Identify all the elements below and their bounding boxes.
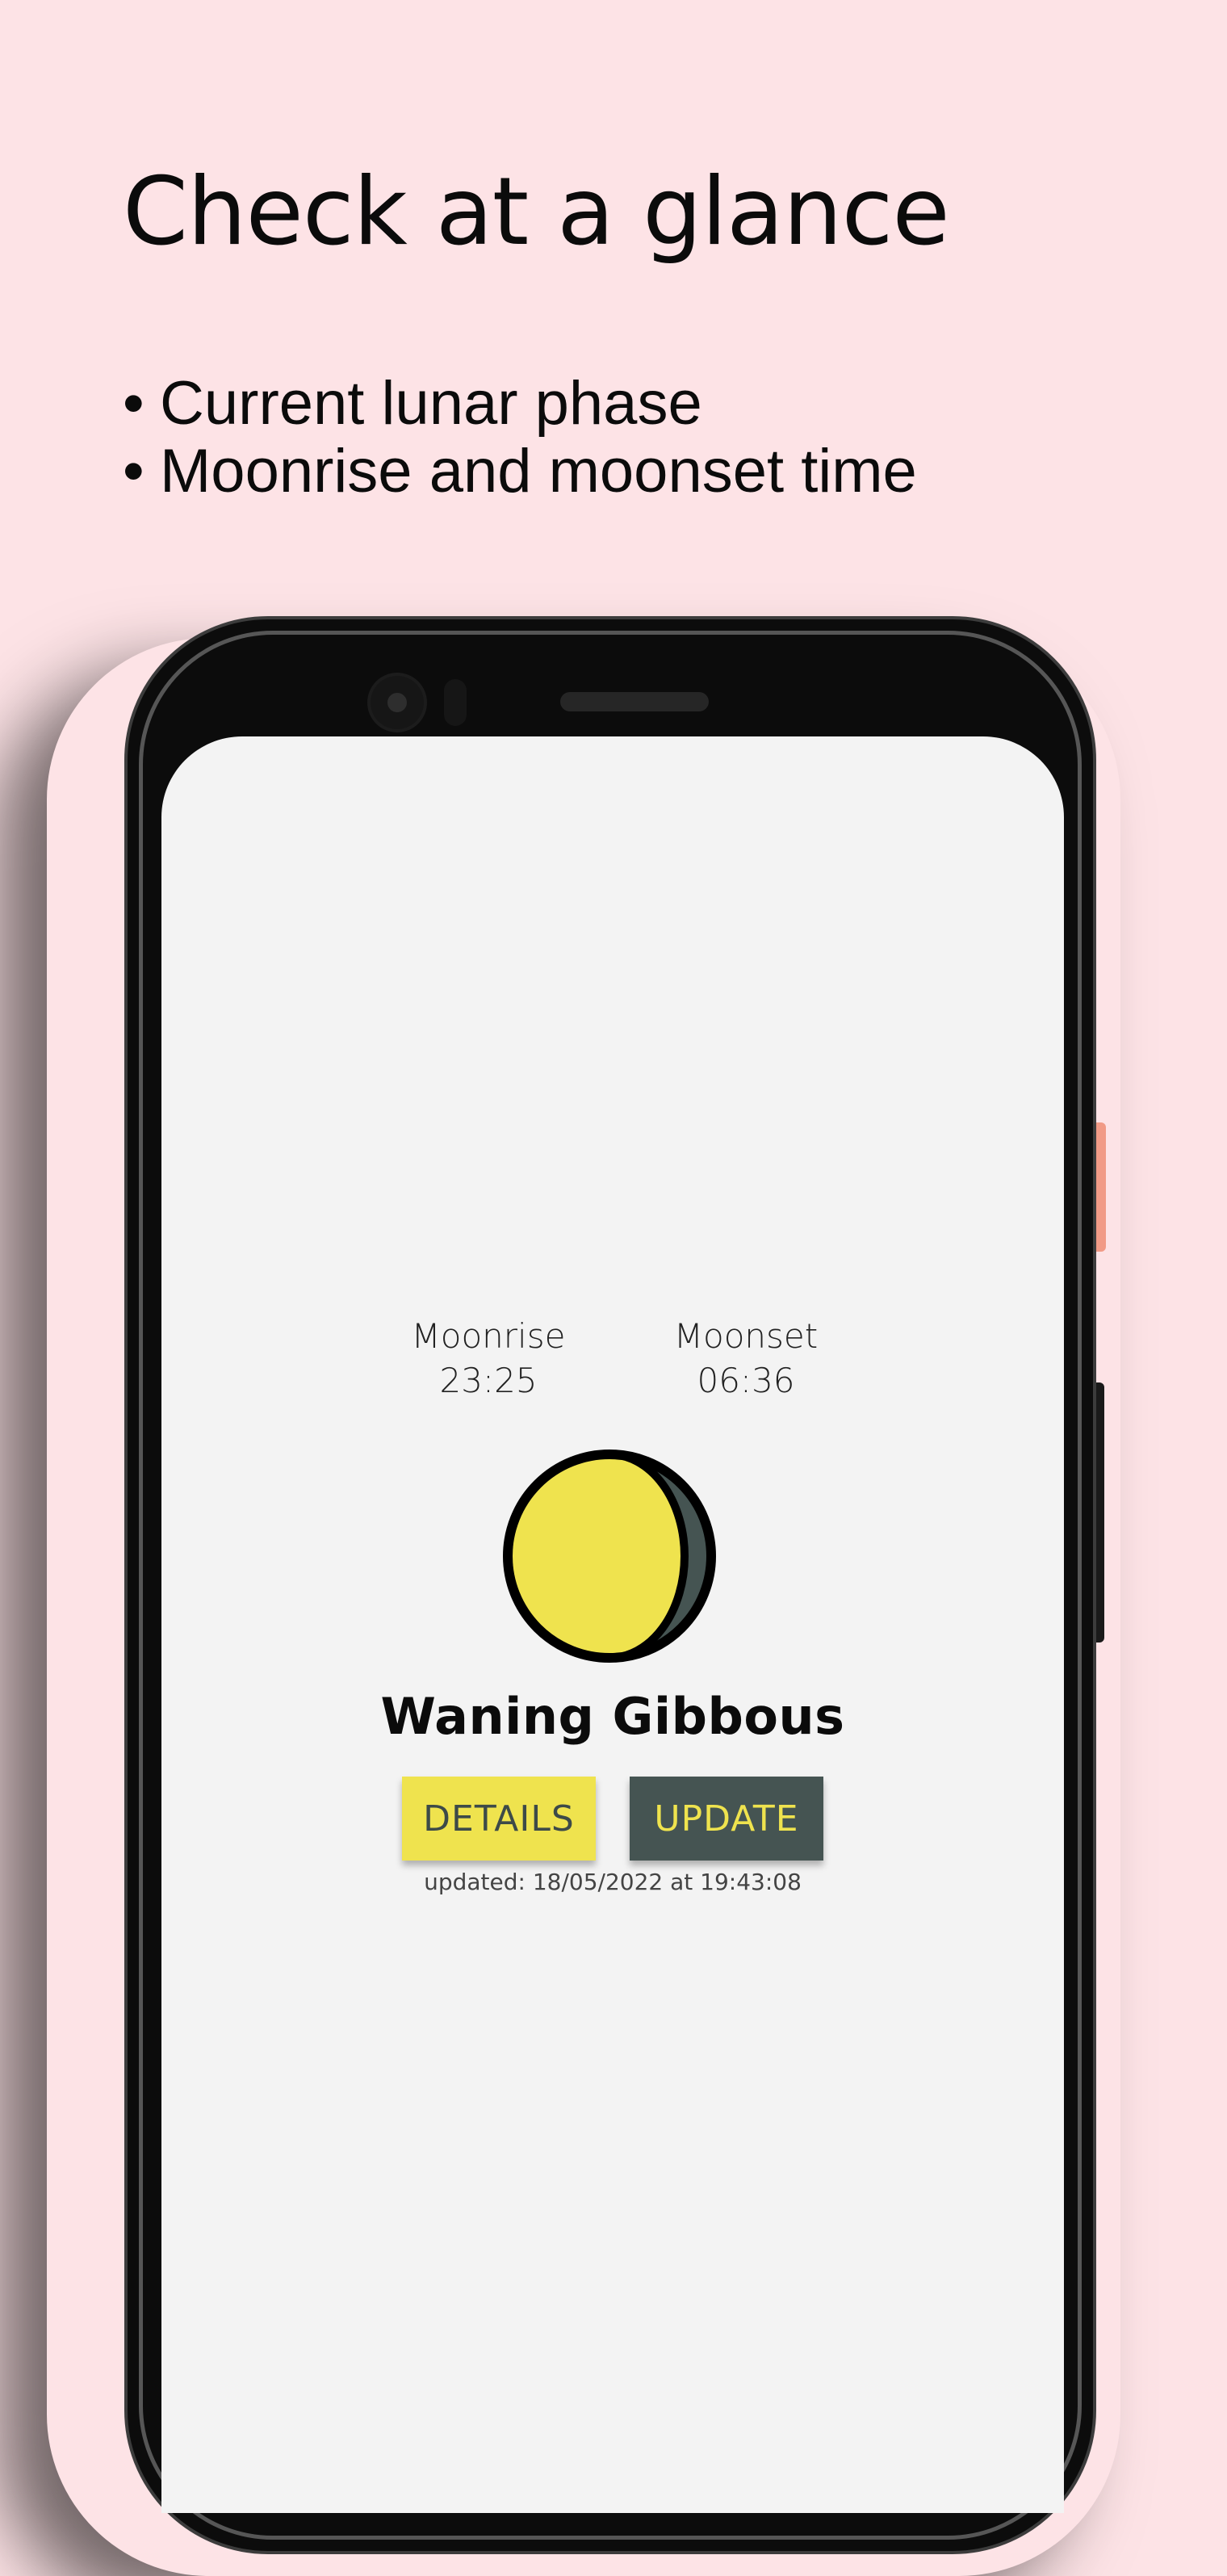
app-screen: Moonrise 23:25 Moonset 06:36 Waning Gibb… (161, 736, 1064, 2513)
phone-side-button-power (1095, 1122, 1106, 1252)
phase-name: Waning Gibbous (380, 1687, 845, 1746)
moonset-block: Moonset 06:36 (625, 1314, 867, 1403)
details-button[interactable]: DETAILS (402, 1777, 596, 1861)
promo-headline: Check at a glance (123, 157, 950, 266)
update-button[interactable]: UPDATE (630, 1777, 823, 1861)
promo-bullet-phase: Current lunar phase (123, 370, 917, 438)
front-camera-icon (371, 676, 424, 729)
moonrise-block: Moonrise 23:25 (367, 1314, 609, 1403)
moonrise-label: Moonrise (411, 1316, 566, 1356)
earpiece-speaker (560, 692, 709, 711)
moonrise-time: 23:25 (439, 1361, 538, 1400)
moonset-time: 06:36 (697, 1361, 795, 1400)
promo-bullet-rise-set: Moonrise and moonset time (123, 438, 917, 506)
last-updated-text: updated: 18/05/2022 at 19:43:08 (424, 1869, 802, 1895)
promo-bullet-list: Current lunar phase Moonrise and moonset… (123, 370, 917, 506)
proximity-sensor (444, 679, 467, 726)
waning-gibbous-moon-icon (503, 1450, 716, 1663)
moonset-label: Moonset (673, 1316, 819, 1356)
